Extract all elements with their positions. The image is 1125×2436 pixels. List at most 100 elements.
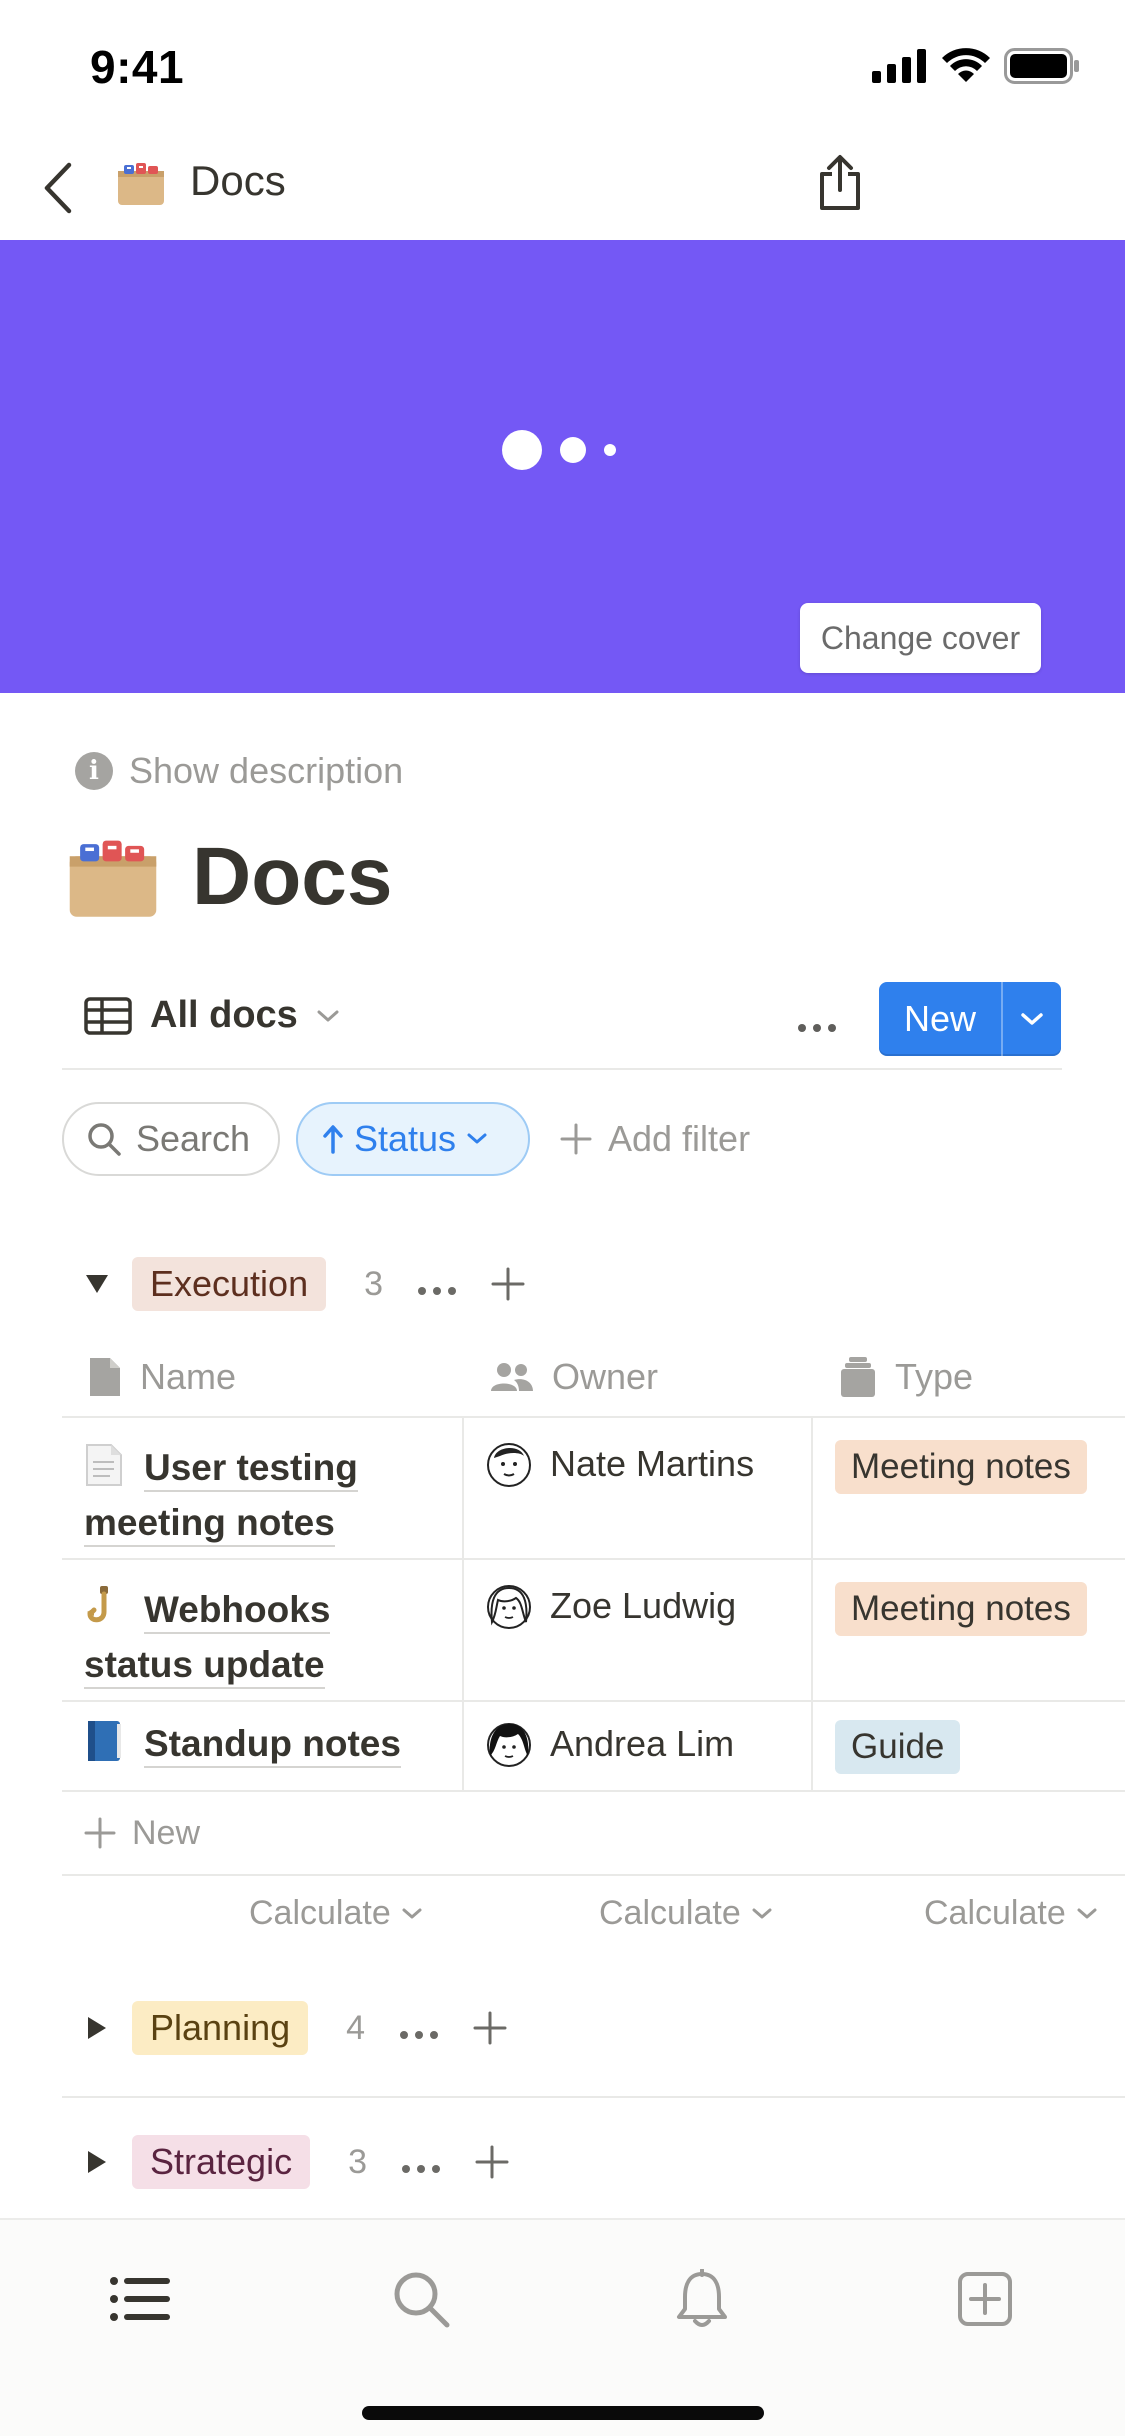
show-description-button[interactable]: i Show description [75, 750, 403, 792]
doc-title[interactable]: User testing meeting notes [84, 1440, 444, 1550]
status-bar: 9:41 [0, 0, 1125, 135]
doc-title-line: status update [84, 1644, 325, 1689]
cell-type[interactable]: Guide [813, 1702, 1125, 1790]
bell-icon [677, 2269, 727, 2327]
search-button[interactable]: Search [62, 1102, 280, 1176]
cell-type[interactable]: Meeting notes [813, 1560, 1125, 1700]
group-count: 4 [346, 2008, 366, 2047]
doc-title-line: User testing [144, 1447, 358, 1492]
calculate-owner-button[interactable]: Calculate [599, 1894, 773, 1933]
add-filter-button[interactable]: Add filter [560, 1118, 750, 1160]
cell-name[interactable]: Webhooks status update [62, 1560, 464, 1700]
view-switcher[interactable]: All docs [84, 994, 340, 1037]
group-tag-strategic: Strategic [132, 2135, 311, 2189]
tab-sidebar[interactable] [95, 2254, 185, 2344]
chevron-down-icon [402, 1908, 422, 1918]
triangle-right-icon [88, 2151, 106, 2173]
search-label: Search [136, 1118, 251, 1159]
share-icon [820, 154, 860, 210]
chevron-down-icon [1077, 1908, 1097, 1918]
change-cover-button[interactable]: Change cover [800, 603, 1041, 673]
status-icons [872, 48, 1080, 84]
column-header-type[interactable]: Type [813, 1338, 1125, 1416]
new-button[interactable]: New [879, 982, 1001, 1056]
group-collapse-toggle[interactable] [62, 2149, 132, 2175]
group-collapse-toggle[interactable] [62, 2015, 132, 2041]
avatar [487, 1723, 531, 1767]
select-property-icon [841, 1357, 875, 1397]
group-header-planning: Planning 4 [62, 1988, 1062, 2068]
cell-name[interactable]: User testing meeting notes [62, 1418, 464, 1558]
table-row[interactable]: Standup notes Andrea Lim Guide [62, 1702, 1125, 1792]
search-icon [88, 1123, 121, 1156]
tab-new-page[interactable] [940, 2254, 1030, 2344]
cell-owner[interactable]: Zoe Ludwig [464, 1560, 813, 1700]
share-button[interactable] [810, 145, 870, 220]
file-cabinet-icon[interactable] [68, 835, 158, 919]
more-horizontal-icon [798, 1024, 836, 1032]
chevron-down-icon [317, 1010, 339, 1021]
type-tag: Guide [835, 1720, 961, 1774]
table-row[interactable]: User testing meeting notes Nate Martins M… [62, 1418, 1125, 1560]
nav-title: Docs [190, 157, 286, 204]
column-type-label: Type [895, 1356, 974, 1397]
column-header-owner[interactable]: Owner [464, 1338, 813, 1416]
group-more-button[interactable] [401, 2141, 441, 2183]
tab-search[interactable] [376, 2254, 466, 2344]
doc-title[interactable]: Webhooks status update [84, 1582, 444, 1692]
calculate-label: Calculate [599, 1894, 741, 1932]
type-tag: Meeting notes [835, 1440, 1087, 1494]
more-options-button[interactable] [797, 1000, 837, 1043]
blue-book-icon [88, 1721, 121, 1761]
triangle-down-icon [86, 1275, 108, 1293]
show-description-label: Show description [129, 750, 404, 791]
add-row-label: New [132, 1813, 201, 1852]
group-tag-planning: Planning [132, 2001, 309, 2055]
owner-name: Nate Martins [550, 1443, 755, 1484]
info-icon: i [75, 752, 113, 790]
add-filter-label: Add filter [608, 1118, 751, 1159]
loading-dot [502, 430, 542, 470]
plus-icon [475, 2145, 509, 2179]
more-horizontal-icon [418, 1287, 457, 1295]
sort-status-chip[interactable]: Status [296, 1102, 530, 1176]
cell-owner[interactable]: Andrea Lim [464, 1702, 813, 1790]
cell-name[interactable]: Standup notes [62, 1702, 464, 1790]
group-count: 3 [348, 2142, 367, 2181]
chevron-left-icon [44, 162, 72, 214]
group-tag-execution: Execution [132, 1257, 327, 1311]
group-header-execution: Execution 3 [62, 1244, 1062, 1324]
calculate-name-button[interactable]: Calculate [249, 1894, 423, 1933]
loading-dot [604, 444, 616, 456]
group-add-button[interactable] [475, 2145, 509, 2179]
new-template-dropdown[interactable] [1001, 982, 1061, 1056]
group-add-button[interactable] [473, 2011, 507, 2045]
calculate-row: Calculate Calculate Calculate [62, 1876, 1125, 1954]
column-header-name[interactable]: Name [62, 1338, 464, 1416]
plus-icon [473, 2011, 507, 2045]
cellular-signal-icon [872, 49, 926, 83]
page-cover[interactable]: Change cover [0, 240, 1125, 693]
calculate-type-button[interactable]: Calculate [924, 1894, 1098, 1933]
page-title[interactable]: Docs [192, 830, 393, 924]
more-horizontal-icon [400, 2031, 439, 2039]
battery-icon [1004, 48, 1079, 84]
owner-name: Andrea Lim [550, 1723, 735, 1764]
add-row-button[interactable]: New [62, 1792, 1125, 1876]
back-button[interactable] [28, 153, 88, 223]
home-indicator [362, 2406, 764, 2420]
group-add-button[interactable] [491, 1267, 525, 1301]
table-row[interactable]: Webhooks status update Zoe Ludwig Meeting… [62, 1560, 1125, 1702]
cell-owner[interactable]: Nate Martins [464, 1418, 813, 1558]
group-collapse-toggle[interactable] [62, 1273, 132, 1295]
search-icon [394, 2272, 450, 2328]
group-more-button[interactable] [399, 2007, 439, 2049]
loading-indicator [502, 430, 616, 470]
people-icon [491, 1363, 533, 1391]
doc-title[interactable]: Standup notes [84, 1716, 444, 1771]
plus-icon [84, 1817, 116, 1849]
group-more-button[interactable] [417, 1263, 457, 1305]
doc-title-line: Standup notes [144, 1723, 401, 1768]
tab-notifications[interactable] [657, 2254, 747, 2344]
cell-type[interactable]: Meeting notes [813, 1418, 1125, 1558]
